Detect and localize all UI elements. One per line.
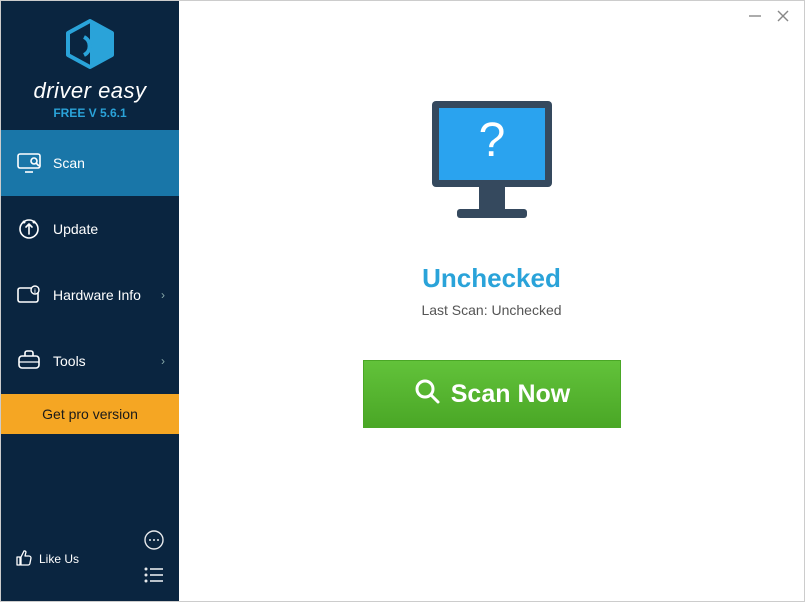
sidebar-item-label: Scan — [53, 155, 85, 171]
footer-icons — [143, 529, 165, 589]
sidebar-nav: Scan Update i Hardware Info › Tools — [1, 130, 179, 394]
sidebar-item-label: Hardware Info — [53, 287, 141, 303]
sidebar-item-hardware-info[interactable]: i Hardware Info › — [1, 262, 179, 328]
sidebar-footer: Like Us — [1, 517, 179, 601]
main-panel: ? Unchecked Last Scan: Unchecked Scan No… — [179, 1, 804, 601]
minimize-button[interactable] — [748, 9, 762, 26]
sidebar-item-label: Tools — [53, 353, 86, 369]
svg-text:?: ? — [478, 114, 505, 167]
close-button[interactable] — [776, 9, 790, 26]
chevron-right-icon: › — [161, 354, 165, 368]
sidebar: driver easy FREE V 5.6.1 Scan Update i — [1, 1, 179, 601]
titlebar — [734, 1, 804, 33]
scan-now-button[interactable]: Scan Now — [363, 360, 621, 428]
search-icon — [413, 377, 441, 412]
feedback-icon[interactable] — [143, 529, 165, 556]
like-us-button[interactable]: Like Us — [15, 549, 79, 570]
brand-area: driver easy FREE V 5.6.1 — [1, 1, 179, 130]
status-sub-prefix: Last Scan: — [421, 302, 491, 318]
status-title: Unchecked — [422, 263, 561, 294]
brand-name: driver easy — [1, 78, 179, 104]
tools-icon — [17, 349, 41, 373]
sidebar-item-update[interactable]: Update — [1, 196, 179, 262]
get-pro-button[interactable]: Get pro version — [1, 394, 179, 434]
thumbs-up-icon — [15, 549, 33, 570]
update-icon — [17, 217, 41, 241]
chevron-right-icon: › — [161, 288, 165, 302]
like-us-label: Like Us — [39, 552, 79, 566]
monitor-illustration: ? — [417, 86, 567, 241]
logo-icon — [62, 19, 118, 74]
scan-icon — [17, 151, 41, 175]
sidebar-item-label: Update — [53, 221, 98, 237]
sidebar-item-scan[interactable]: Scan — [1, 130, 179, 196]
menu-list-icon[interactable] — [143, 566, 165, 589]
status-subtitle: Last Scan: Unchecked — [421, 302, 561, 318]
sidebar-item-tools[interactable]: Tools › — [1, 328, 179, 394]
get-pro-label: Get pro version — [42, 406, 138, 422]
scan-now-label: Scan Now — [451, 380, 570, 409]
status-sub-value: Unchecked — [492, 302, 562, 318]
brand-version: FREE V 5.6.1 — [1, 106, 179, 120]
hardware-info-icon: i — [17, 283, 41, 307]
